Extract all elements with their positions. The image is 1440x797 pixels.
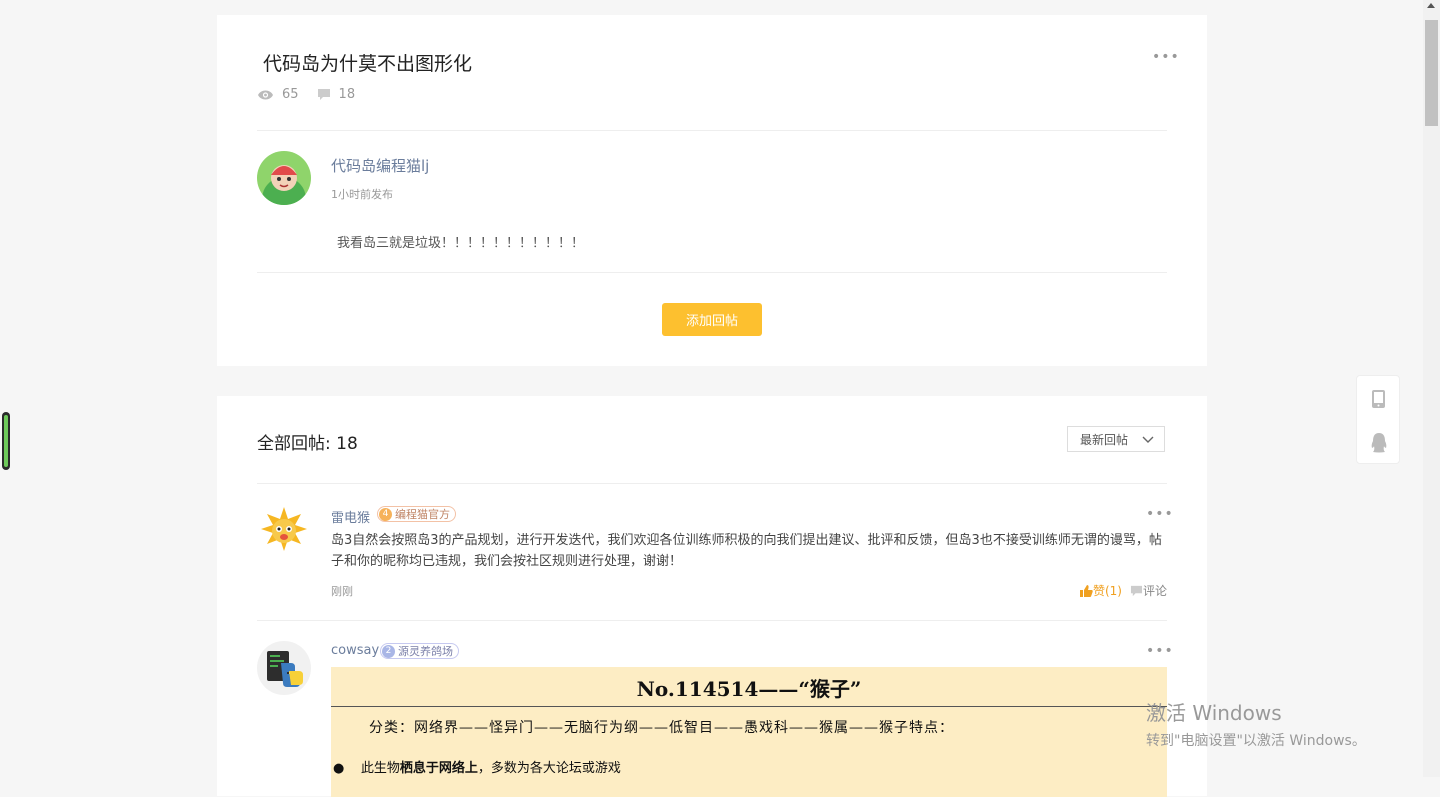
reply-time: 刚刚 (331, 585, 353, 598)
bullet-dot: ● (333, 761, 345, 776)
bullet-rest: ，多数为各大论坛或游戏 (477, 761, 621, 776)
sort-dropdown-value: 最新回帖 (1080, 432, 1129, 447)
page-scrollbar[interactable] (1423, 0, 1440, 777)
bullet-bold: 栖息于网络上 (399, 761, 478, 776)
image-line: 分类：网络界——怪异门——无脑行为纲——低智目——愚戏科——猴属——猴子特点： (369, 720, 954, 736)
windows-activation-watermark: 激活 Windows 转到"电脑设置"以激活 Windows。 (1146, 697, 1366, 750)
scrollbar-thumb[interactable] (1425, 20, 1438, 126)
bullet-prefix: 此生物 (360, 761, 400, 776)
author-avatar[interactable] (257, 151, 311, 205)
view-count: 65 (257, 87, 299, 102)
image-bullet: ● 此生物栖息于网络上，多数为各大论坛或游戏 (333, 757, 621, 776)
watermark-subtitle: 转到"电脑设置"以激活 Windows。 (1146, 733, 1366, 749)
post-stats: 65 18 (257, 87, 373, 102)
mobile-phone-icon[interactable] (1371, 389, 1386, 409)
post-time: 1小时前发布 (331, 188, 393, 201)
image-heading: No.114514——“猴子” (636, 677, 862, 701)
floating-sidebar (1356, 375, 1400, 464)
post-more-menu-icon[interactable]: ••• (1152, 50, 1180, 64)
reply-author-name[interactable]: cowsay (331, 643, 379, 658)
reply-image: No.114514——“猴子” 分类：网络界——怪异门——无脑行为纲——低智目—… (331, 667, 1167, 797)
reply-avatar[interactable] (257, 641, 311, 695)
left-edge-handle[interactable] (2, 412, 10, 470)
reply-avatar[interactable] (257, 504, 311, 558)
view-count-value: 65 (282, 87, 299, 102)
badge-label: 源灵养鸽场 (398, 645, 453, 658)
badge-level: 2 (382, 644, 395, 658)
post-card: 代码岛为什莫不出图形化 ••• 65 18 代码岛编程猫lj 1小时前发布 我看… (217, 15, 1207, 366)
watermark-title: 激活 Windows (1146, 701, 1282, 725)
divider (257, 483, 1167, 484)
divider (257, 272, 1167, 273)
reply-actions: 赞(1) 评论 (1079, 582, 1167, 599)
left-edge-handle-bar (4, 415, 8, 467)
user-level-badge: 4 编程猫官方 (377, 506, 456, 522)
reply-more-menu-icon[interactable]: ••• (1146, 507, 1174, 521)
divider (257, 620, 1167, 621)
image-rule (331, 706, 1167, 707)
reply-text: 岛3自然会按照岛3的产品规划，进行开发迭代，我们欢迎各位训练师积极的向我们提出建… (331, 533, 1162, 569)
add-reply-button[interactable]: 添加回帖 (662, 303, 762, 336)
replies-title: 全部回帖: 18 (257, 434, 358, 454)
scroll-up-arrow-icon[interactable] (1427, 3, 1435, 8)
badge-level: 4 (379, 507, 392, 521)
like-button[interactable]: 赞(1) (1079, 582, 1122, 599)
reply-author-name[interactable]: 雷电猴 (331, 507, 370, 526)
post-title: 代码岛为什莫不出图形化 (263, 53, 473, 75)
post-body: 我看岛三就是垃圾！！！！！！！！！！！ (337, 236, 585, 251)
comment-label: 评论 (1142, 584, 1167, 598)
comment-icon (1130, 585, 1143, 596)
like-label: 赞(1) (1092, 584, 1122, 598)
qq-icon[interactable] (1369, 432, 1389, 454)
chevron-down-icon (1142, 436, 1154, 443)
eye-icon (258, 90, 273, 99)
comment-count: 18 (317, 87, 356, 102)
divider (257, 130, 1167, 131)
user-level-badge: 2 源灵养鸽场 (380, 643, 459, 659)
comment-count-value: 18 (338, 87, 356, 102)
reply-more-menu-icon[interactable]: ••• (1146, 644, 1174, 658)
badge-label: 编程猫官方 (395, 508, 450, 521)
author-name[interactable]: 代码岛编程猫lj (331, 155, 429, 176)
replies-card: 全部回帖: 18 最新回帖 雷电猴 4 编程猫官方 ••• 岛3自然会按照岛3的… (217, 396, 1207, 797)
sort-dropdown[interactable]: 最新回帖 (1067, 426, 1165, 452)
comment-icon (317, 89, 330, 100)
thumbs-up-icon (1079, 584, 1093, 597)
comment-button[interactable]: 评论 (1130, 582, 1167, 599)
